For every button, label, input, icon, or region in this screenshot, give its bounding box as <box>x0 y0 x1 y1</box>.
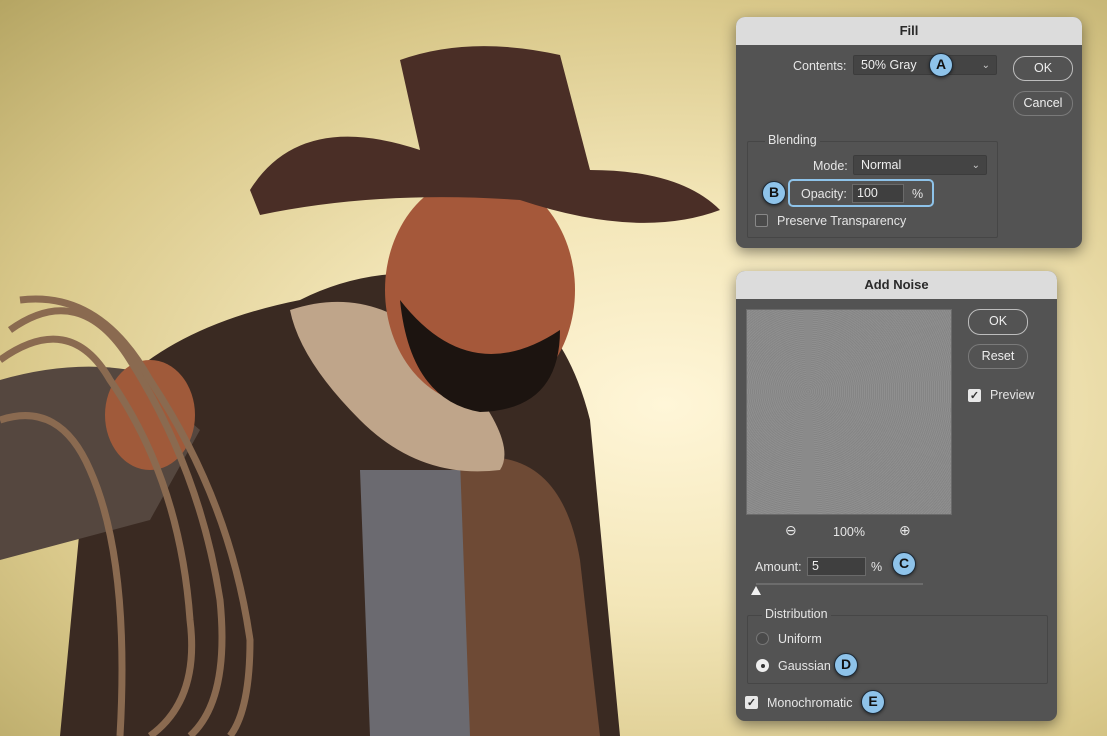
badge-d: D <box>834 653 858 677</box>
amount-label: Amount: <box>755 560 802 574</box>
mode-value: Normal <box>861 158 902 172</box>
monochromatic-checkbox[interactable]: ✓ <box>745 696 758 709</box>
gaussian-radio[interactable] <box>756 659 769 672</box>
dialog-title: Fill <box>736 17 1082 45</box>
badge-a: A <box>929 53 953 77</box>
zoom-in-icon[interactable]: ⊕ <box>899 522 911 539</box>
zoom-out-icon[interactable]: ⊖ <box>785 522 797 539</box>
add-noise-dialog: Add Noise ⊖ 100% ⊕ OK Reset ✓ Preview Am… <box>736 271 1057 721</box>
chevron-down-icon: ⌄ <box>981 60 990 71</box>
amount-unit: % <box>871 560 883 574</box>
amount-slider-track[interactable] <box>756 583 923 585</box>
chevron-down-icon: ⌄ <box>971 160 980 171</box>
mode-label: Mode: <box>813 159 848 173</box>
preview-checkbox[interactable]: ✓ <box>968 389 981 402</box>
preview-label: Preview <box>990 388 1035 402</box>
badge-c: C <box>892 552 916 576</box>
preserve-transparency-checkbox[interactable] <box>755 214 768 227</box>
dialog-title: Add Noise <box>736 271 1057 299</box>
gaussian-label: Gaussian <box>778 659 831 673</box>
opacity-label: Opacity: <box>801 187 847 201</box>
amount-input[interactable]: 5 <box>807 557 866 576</box>
badge-b: B <box>762 181 786 205</box>
contents-select[interactable]: 50% Gray ⌄ <box>853 55 997 75</box>
fill-dialog: Fill Contents: 50% Gray ⌄ OK Cancel Blend… <box>736 17 1082 248</box>
noise-preview[interactable] <box>746 309 952 515</box>
cancel-button[interactable]: Cancel <box>1013 91 1073 116</box>
badge-e: E <box>861 690 885 714</box>
monochromatic-label: Monochromatic <box>767 696 853 710</box>
ok-button[interactable]: OK <box>968 309 1028 335</box>
contents-value: 50% Gray <box>861 58 917 72</box>
zoom-level: 100% <box>833 525 865 539</box>
ok-button[interactable]: OK <box>1013 56 1073 81</box>
preserve-transparency-label: Preserve Transparency <box>777 214 907 228</box>
distribution-label: Distribution <box>762 607 831 621</box>
amount-slider-thumb[interactable] <box>751 586 761 595</box>
uniform-label: Uniform <box>778 632 822 646</box>
mode-select[interactable]: Normal ⌄ <box>853 155 987 175</box>
uniform-radio[interactable] <box>756 632 769 645</box>
reset-button[interactable]: Reset <box>968 344 1028 369</box>
blending-label: Blending <box>765 133 820 147</box>
contents-label: Contents: <box>793 59 847 73</box>
opacity-input[interactable]: 100 <box>852 184 904 203</box>
opacity-unit: % <box>912 187 924 201</box>
distribution-group <box>747 615 1048 684</box>
